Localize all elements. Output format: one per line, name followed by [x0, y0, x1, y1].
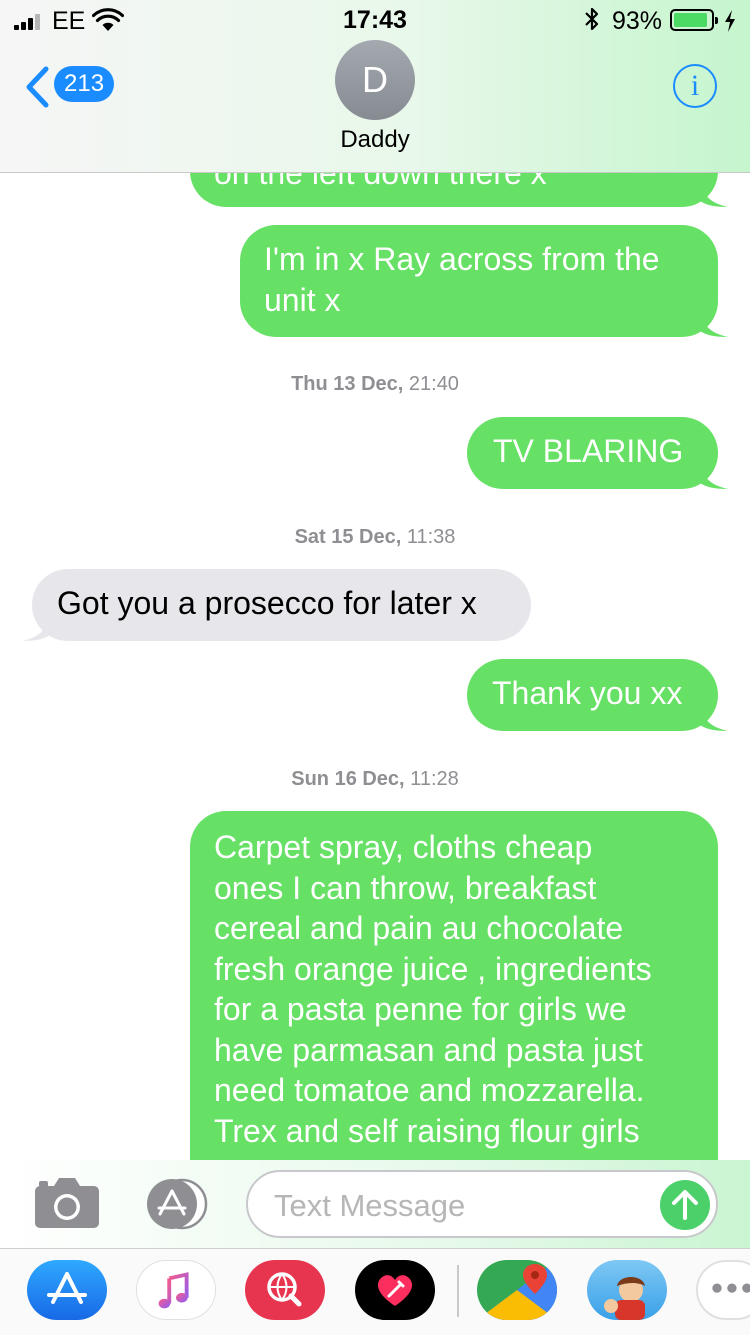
bubble-tail: [700, 179, 728, 207]
app-drawer: [0, 1248, 750, 1335]
timestamp-day: Sat 15 Dec,: [294, 526, 402, 548]
chevron-left-icon: [26, 66, 49, 108]
timestamp: Sat 15 Dec, 11:38: [0, 526, 750, 549]
message-line: for a pasta penne for girls we: [214, 991, 627, 1027]
message-line: fresh orange juice , ingredients: [214, 950, 652, 987]
message-bubble[interactable]: TV BLARING: [467, 417, 728, 489]
message-line: I'm in x Ray across from the: [264, 241, 660, 277]
conversation-header: EE 17:43 93% 213 D Daddy i: [0, 0, 750, 173]
message-bubble[interactable]: Got you a prosecco for later x: [22, 569, 531, 641]
avatar[interactable]: D: [335, 40, 415, 120]
message-line: Thank you xx: [492, 675, 683, 711]
message-line: cereal and pain au chocolate: [214, 910, 624, 946]
composer-bar: [0, 1160, 750, 1248]
message-line: have parmasan and pasta just: [214, 1031, 643, 1068]
send-button[interactable]: [660, 1180, 710, 1230]
app-store-drawer-icon[interactable]: [140, 1178, 212, 1230]
back-button[interactable]: 213: [24, 62, 124, 110]
message-line: TV BLARING: [493, 433, 684, 469]
bubble-tail: [700, 461, 728, 489]
unread-count-badge: 213: [54, 66, 115, 102]
message-line: Carpet spray, cloths cheap: [214, 829, 593, 865]
bluetooth-icon: [585, 7, 599, 31]
web-search-icon[interactable]: [245, 1260, 325, 1320]
timestamp-time: 21:40: [403, 373, 459, 395]
timestamp: Thu 13 Dec, 21:40: [0, 373, 750, 396]
battery-icon: [670, 9, 718, 31]
message-line: need tomatoe and mozzarella.: [214, 1072, 645, 1108]
drawer-divider: [457, 1265, 459, 1317]
bubble-tail: [700, 309, 728, 337]
timestamp-time: 11:38: [401, 526, 456, 548]
google-maps-icon[interactable]: [477, 1260, 557, 1320]
message-bubble[interactable]: Carpet spray, cloths cheap ones I can th…: [190, 811, 718, 1160]
app-store-icon[interactable]: [27, 1260, 107, 1320]
timestamp: Sun 16 Dec, 11:28: [0, 768, 750, 791]
message-line: unit x: [264, 281, 341, 318]
conversation[interactable]: on the left down there x I'm in x Ray ac…: [0, 0, 750, 1160]
music-icon[interactable]: [136, 1260, 216, 1320]
message-bubble[interactable]: Thank you xx: [467, 659, 728, 731]
contact-name[interactable]: Daddy: [0, 126, 750, 154]
timestamp-time: 11:28: [404, 768, 459, 790]
message-input[interactable]: [272, 1186, 636, 1226]
digital-touch-icon[interactable]: [355, 1260, 435, 1320]
status-bar: EE 17:43 93%: [0, 0, 750, 40]
camera-icon[interactable]: [34, 1176, 100, 1230]
more-icon[interactable]: [696, 1260, 750, 1320]
message-input-field[interactable]: [246, 1170, 718, 1238]
message-line: Trex and self raising flour girls: [214, 1112, 640, 1149]
arrow-up-icon: [672, 1190, 698, 1220]
message-line: Got you a prosecco for later x: [57, 585, 477, 621]
timestamp-day: Sun 16 Dec,: [291, 768, 405, 790]
bubble-tail: [700, 703, 728, 731]
timestamp-day: Thu 13 Dec,: [291, 373, 404, 395]
animoji-icon[interactable]: [587, 1260, 667, 1320]
info-button[interactable]: i: [673, 64, 717, 108]
battery-level-fill: [674, 13, 708, 27]
message-line: ones I can throw, breakfast: [214, 869, 597, 906]
bubble-tail: [22, 613, 50, 641]
charging-bolt-icon: [725, 10, 735, 32]
message-bubble[interactable]: I'm in x Ray across from the unit x: [240, 225, 728, 337]
battery-percent: 93%: [612, 7, 663, 35]
